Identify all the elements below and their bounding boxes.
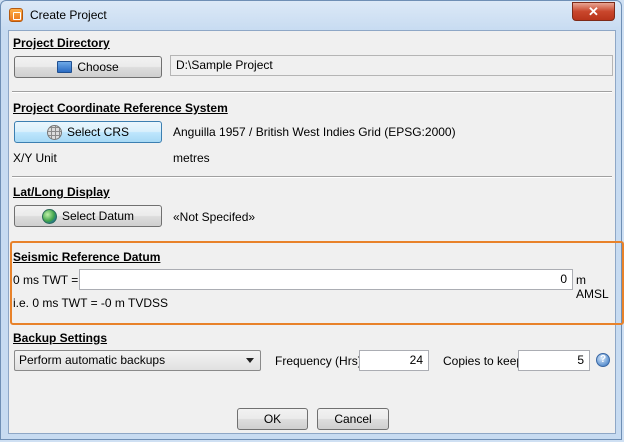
backup-mode-value: Perform automatic backups [19, 353, 166, 367]
xy-unit-label: X/Y Unit [13, 151, 57, 165]
frequency-input[interactable]: 24 [359, 350, 429, 371]
close-button[interactable]: ✕ [572, 2, 615, 21]
select-datum-button[interactable]: Select Datum [14, 205, 162, 227]
dialog-body: Project Directory Choose D:\Sample Proje… [8, 30, 624, 434]
ok-button-label: OK [263, 412, 282, 426]
copies-label: Copies to keep [443, 354, 524, 368]
app-icon [9, 8, 23, 22]
copies-input[interactable]: 5 [518, 350, 590, 371]
cancel-button-label: Cancel [334, 412, 372, 426]
globe-icon [41, 208, 57, 224]
twt-elevation-input[interactable]: 0 [79, 269, 573, 290]
crs-value: Anguilla 1957 / British West Indies Grid… [173, 125, 456, 139]
globe-grid-icon [46, 124, 62, 140]
select-datum-label: Select Datum [61, 209, 135, 223]
datum-value: «Not Specifed» [173, 210, 256, 224]
help-icon[interactable]: ? [596, 353, 610, 367]
project-directory-heading: Project Directory [13, 36, 110, 50]
unit-suffix: m AMSL [576, 273, 609, 301]
chevron-down-icon [246, 358, 254, 363]
divider [12, 176, 612, 178]
ok-button[interactable]: OK [237, 408, 308, 430]
close-icon: ✕ [588, 4, 599, 19]
select-crs-label: Select CRS [66, 125, 130, 139]
backup-heading: Backup Settings [13, 331, 108, 345]
seismic-heading: Seismic Reference Datum [13, 250, 161, 264]
cancel-button[interactable]: Cancel [317, 408, 389, 430]
select-crs-button[interactable]: Select CRS [14, 121, 162, 143]
crs-heading: Project Coordinate Reference System [13, 101, 228, 115]
dialog-window: Create Project ✕ Project Directory Choos… [0, 0, 624, 440]
xy-unit-value: metres [173, 151, 210, 165]
tvdss-note: i.e. 0 ms TWT = -0 m TVDSS [13, 296, 169, 310]
choose-button[interactable]: Choose [14, 56, 162, 78]
twt-label: 0 ms TWT = [13, 273, 79, 287]
choose-button-label: Choose [77, 60, 119, 74]
window-title: Create Project [30, 8, 107, 22]
backup-mode-select[interactable]: Perform automatic backups [14, 350, 261, 371]
title-bar[interactable]: Create Project ✕ [1, 1, 621, 29]
frequency-label: Frequency (Hrs) [275, 354, 362, 368]
project-path-field: D:\Sample Project [170, 55, 613, 76]
divider [12, 91, 612, 93]
folder-icon [57, 61, 73, 73]
latlong-heading: Lat/Long Display [13, 185, 110, 199]
